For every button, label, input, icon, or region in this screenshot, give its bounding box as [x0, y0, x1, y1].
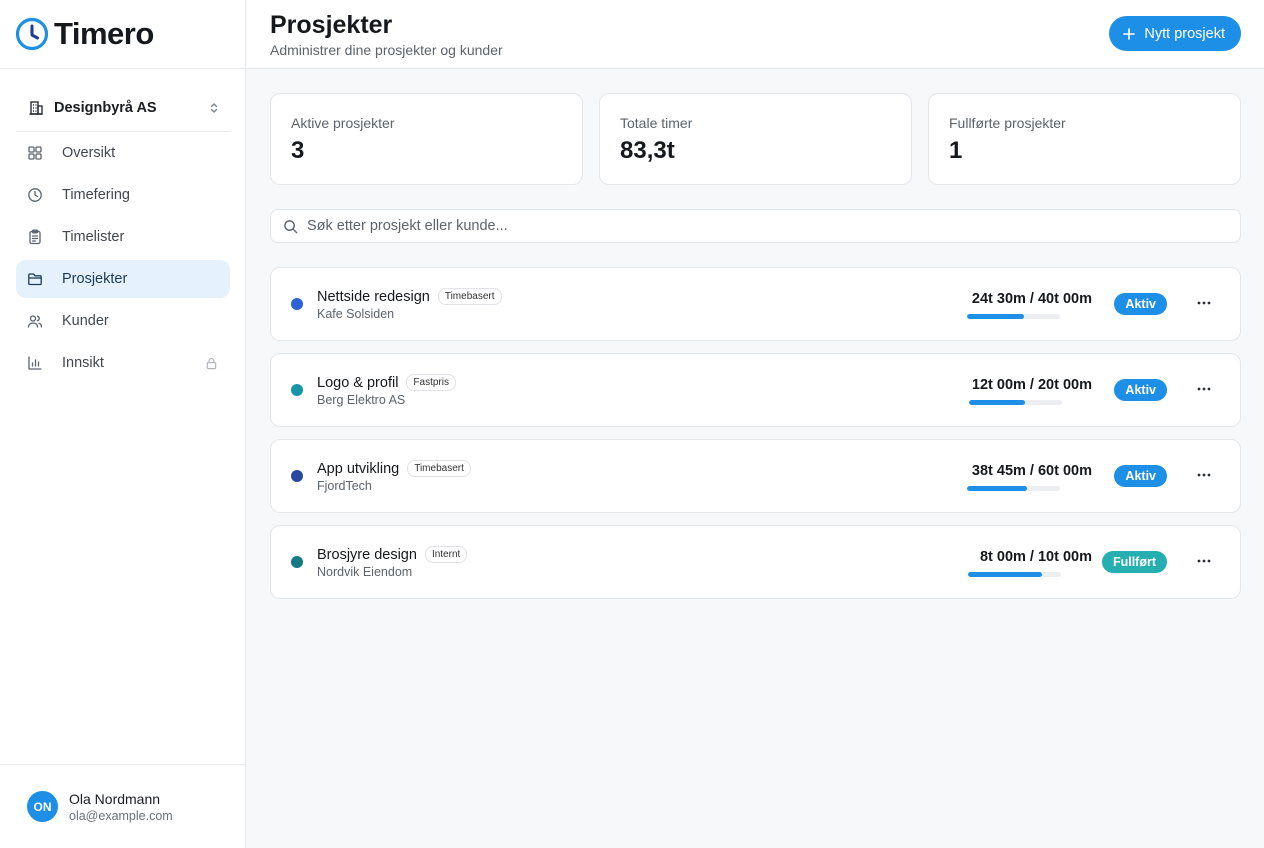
more-options-icon[interactable] [1192, 463, 1216, 487]
sidebar: Timero Designbyrå AS Oversikt Timefering [0, 0, 246, 848]
project-color-dot [291, 298, 303, 310]
building-icon [29, 100, 43, 115]
sidebar-item-prosjekter[interactable]: Prosjekter [16, 260, 230, 298]
sidebar-item-timefering[interactable]: Timefering [16, 176, 230, 214]
progress-fill [969, 400, 1025, 405]
project-name: Nettside redesign [317, 288, 430, 305]
stat-label: Totale timer [620, 115, 693, 131]
progress-bar [967, 314, 1060, 319]
page-title: Prosjekter [270, 11, 393, 39]
sidebar-item-innsikt[interactable]: Innsikt [16, 344, 230, 382]
project-color-dot [291, 556, 303, 568]
project-name: App utvikling [317, 460, 400, 477]
sidebar-item-label: Oversikt [62, 145, 116, 161]
project-name: Logo & profil [317, 374, 399, 391]
folder-icon [26, 270, 44, 288]
project-client: Berg Elektro AS [317, 393, 406, 407]
bar-chart-icon [26, 354, 44, 372]
lock-icon [206, 357, 217, 369]
progress-bar [967, 486, 1060, 491]
more-options-icon[interactable] [1192, 377, 1216, 401]
sidebar-nav: Oversikt Timefering Timelister Prosjekte… [16, 134, 230, 386]
page-header: Prosjekter Administrer dine prosjekter o… [246, 0, 1264, 69]
project-name: Brosjyre design [317, 546, 417, 563]
progress-fill [967, 314, 1024, 319]
project-hours: 38t 45m / 60t 00m [971, 463, 1092, 479]
sidebar-item-label: Timelister [62, 229, 125, 245]
page-subtitle: Administrer dine prosjekter og kunder [270, 42, 503, 58]
stat-card-completed: Fullførte prosjekter 1 [928, 93, 1241, 185]
project-row[interactable]: Logo & profil Fastpris Berg Elektro AS 12… [270, 353, 1241, 427]
chevron-updown-icon [210, 102, 218, 113]
billing-tag: Timebasert [407, 460, 471, 477]
stat-card-hours: Totale timer 83,3t [599, 93, 912, 185]
status-badge: Aktiv [1114, 465, 1167, 487]
new-project-label: Nytt prosjekt [1144, 25, 1225, 42]
avatar: ON [27, 791, 58, 822]
sidebar-item-oversikt[interactable]: Oversikt [16, 134, 230, 172]
project-client: Nordvik Eiendom [317, 565, 413, 579]
sidebar-item-label: Prosjekter [62, 271, 128, 287]
user-name: Ola Nordmann [69, 790, 161, 807]
brand[interactable]: Timero [0, 0, 245, 69]
sidebar-item-label: Innsikt [62, 355, 104, 371]
billing-tag: Internt [424, 546, 468, 563]
clock-icon [26, 186, 44, 204]
user-profile[interactable]: ON Ola Nordmann ola@example.com [0, 764, 245, 848]
sidebar-item-label: Kunder [62, 313, 109, 329]
progress-bar [969, 400, 1062, 405]
stat-value: 83,3t [620, 137, 675, 164]
search-bar [270, 209, 1241, 243]
clipboard-icon [26, 228, 44, 246]
project-client: FjordTech [317, 479, 372, 493]
sidebar-item-label: Timefering [62, 187, 130, 203]
progress-fill [968, 572, 1043, 577]
sidebar-item-kunder[interactable]: Kunder [16, 302, 230, 340]
project-color-dot [291, 470, 303, 482]
new-project-button[interactable]: Nytt prosjekt [1109, 16, 1241, 51]
clock-logo-icon [15, 17, 49, 51]
search-input[interactable] [307, 218, 1240, 234]
progress-bar [968, 572, 1061, 577]
status-badge: Fullført [1101, 551, 1167, 573]
project-row[interactable]: Nettside redesign Timebasert Kafe Solside… [270, 267, 1241, 341]
status-badge: Aktiv [1114, 293, 1167, 315]
more-options-icon[interactable] [1192, 291, 1216, 315]
sidebar-item-timelister[interactable]: Timelister [16, 218, 230, 256]
app-name: Timero [54, 16, 154, 51]
stat-value: 1 [949, 137, 963, 164]
stat-label: Aktive prosjekter [291, 115, 395, 131]
stat-value: 3 [291, 137, 305, 164]
search-icon [284, 219, 298, 233]
plus-icon [1123, 27, 1136, 40]
project-hours: 8t 00m / 10t 00m [979, 549, 1092, 565]
stat-card-active: Aktive prosjekter 3 [270, 93, 583, 185]
project-client: Kafe Solsiden [317, 307, 395, 321]
project-row[interactable]: Brosjyre design Internt Nordvik Eiendom 8… [270, 525, 1241, 599]
billing-tag: Fastpris [406, 374, 456, 391]
project-hours: 24t 30m / 40t 00m [971, 291, 1092, 307]
users-icon [26, 312, 44, 330]
org-switcher[interactable]: Designbyrå AS [16, 84, 230, 132]
project-hours: 12t 00m / 20t 00m [971, 377, 1092, 393]
more-options-icon[interactable] [1192, 549, 1216, 573]
status-badge: Aktiv [1114, 379, 1167, 401]
grid-icon [26, 144, 44, 162]
project-color-dot [291, 384, 303, 396]
progress-fill [967, 486, 1028, 491]
project-row[interactable]: App utvikling Timebasert FjordTech 38t 45… [270, 439, 1241, 513]
org-name: Designbyrå AS [54, 99, 157, 116]
billing-tag: Timebasert [437, 288, 502, 305]
user-email: ola@example.com [69, 808, 173, 823]
stat-label: Fullførte prosjekter [949, 115, 1066, 131]
